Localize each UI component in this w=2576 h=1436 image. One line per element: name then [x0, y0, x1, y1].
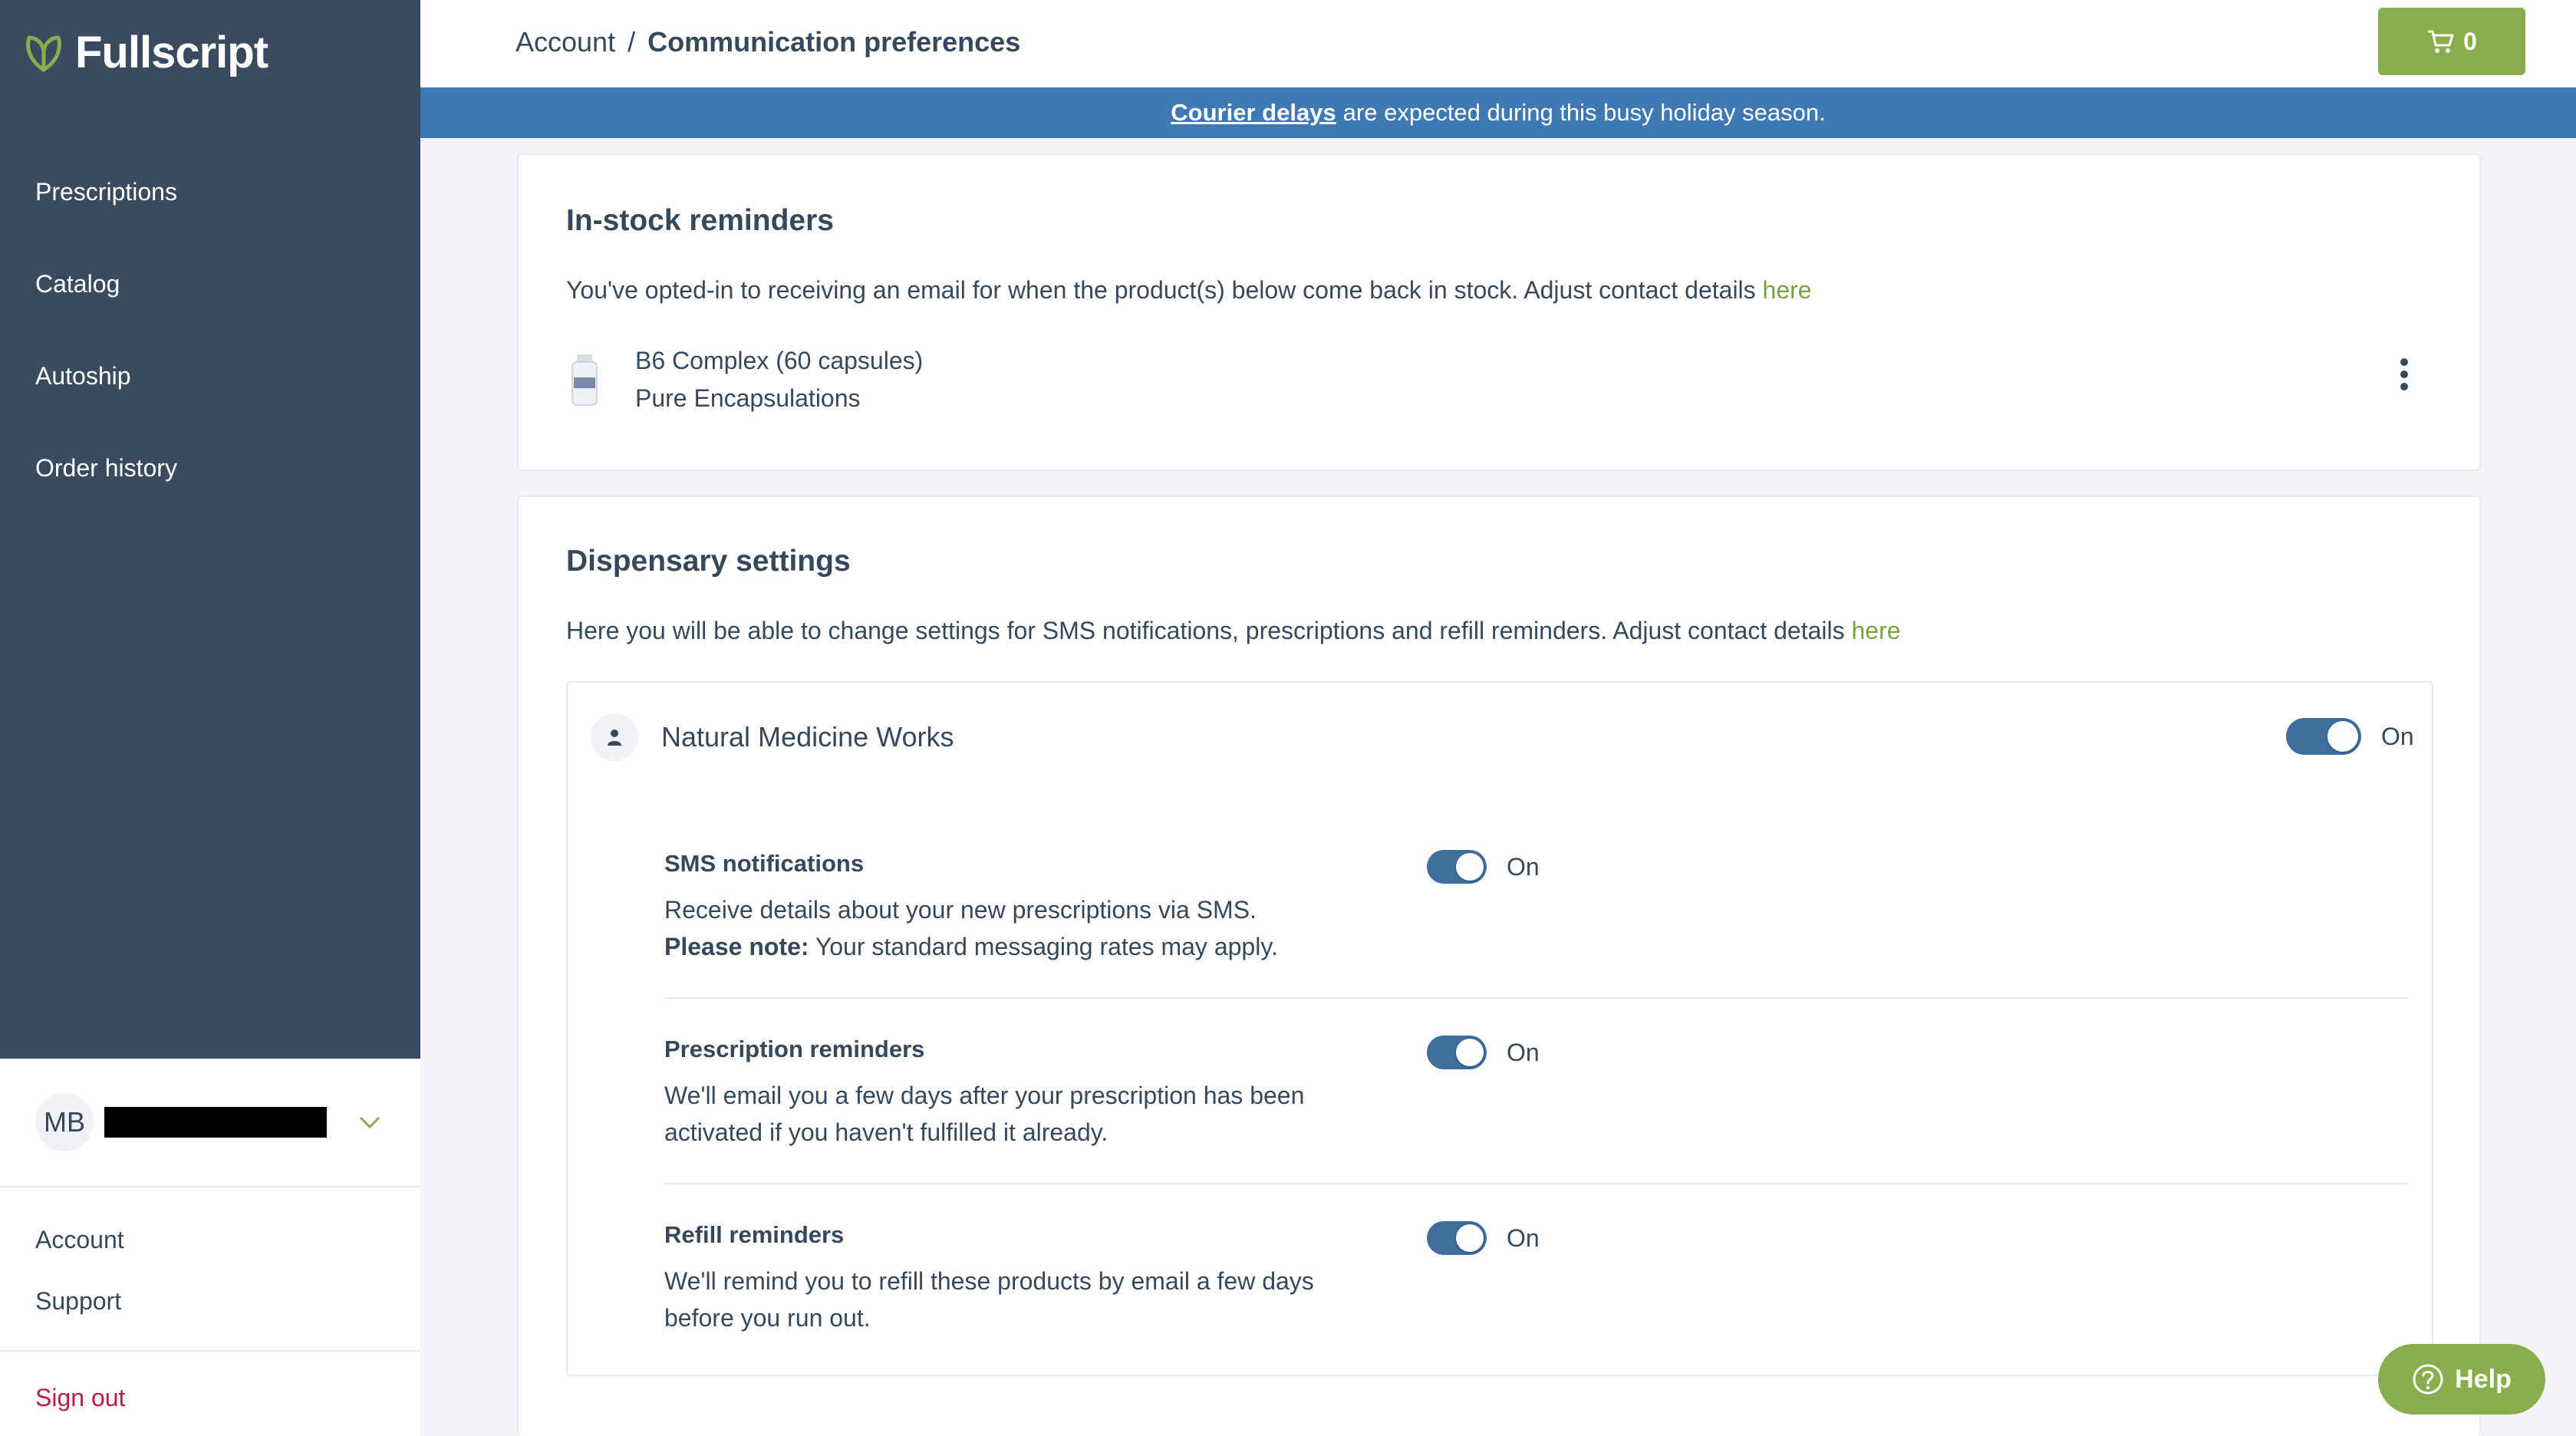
help-button[interactable]: Help [2378, 1344, 2545, 1415]
chevron-down-icon[interactable] [354, 1107, 385, 1138]
user-menu-links: Account Support [0, 1187, 420, 1352]
practice-toggle[interactable]: On [2286, 718, 2414, 755]
cart-button[interactable]: 0 [2378, 8, 2525, 75]
help-question-icon [2413, 1364, 2443, 1395]
prescription-switch[interactable] [1427, 1036, 1487, 1069]
person-icon [608, 730, 621, 746]
avatar: MB [35, 1093, 94, 1151]
instock-contact-here-link[interactable]: here [1763, 276, 1812, 304]
sidebar: Fullscript Prescriptions Catalog Autoshi… [0, 0, 420, 1436]
sidebar-item-prescriptions[interactable]: Prescriptions [0, 146, 420, 238]
product-name[interactable]: B6 Complex (60 capsules) [635, 347, 923, 375]
product-item: B6 Complex (60 capsules) Pure Encapsulat… [566, 347, 923, 413]
account-link[interactable]: Account [35, 1209, 420, 1270]
sms-switch[interactable] [1427, 850, 1487, 884]
refill-toggle-status: On [1507, 1224, 1540, 1252]
setting-title: Refill reminders [664, 1221, 845, 1248]
prescription-toggle-status: On [1507, 1038, 1540, 1066]
setting-prescription-reminders: Prescription reminders We'll email you a… [664, 1036, 2407, 1184]
instock-description: You've opted-in to receiving an email fo… [566, 276, 1812, 305]
leaf-logo-icon [26, 35, 61, 72]
setting-description: We'll remind you to refill these product… [664, 1267, 1314, 1332]
dispensary-title: Dispensary settings [566, 545, 851, 578]
setting-title: SMS notifications [664, 850, 865, 877]
dispensary-contact-here-link[interactable]: here [1852, 617, 1901, 644]
practice-header: Natural Medicine Works [591, 713, 954, 761]
sms-toggle-status: On [1507, 852, 1540, 881]
breadcrumb-separator: / [628, 26, 636, 58]
product-brand: Pure Encapsulations [635, 384, 861, 412]
refill-toggle[interactable]: On [1427, 1221, 1540, 1255]
setting-sms-notifications: SMS notifications Receive details about … [664, 850, 2407, 999]
sms-toggle[interactable]: On [1427, 850, 1540, 884]
breadcrumb-account-link[interactable]: Account [516, 26, 615, 58]
sidebar-item-catalog[interactable]: Catalog [0, 238, 420, 330]
logo-text: Fullscript [75, 27, 268, 77]
sidebar-nav: Prescriptions Catalog Autoship Order his… [0, 146, 420, 514]
instock-desc-text: You've opted-in to receiving an email fo… [566, 276, 1756, 304]
cart-icon [2428, 30, 2454, 53]
practice-settings-panel: Natural Medicine Works On SMS notificati… [566, 681, 2433, 1376]
sidebar-item-autoship[interactable]: Autoship [0, 330, 420, 422]
sms-note-label: Please note: [664, 933, 809, 960]
dispensary-description: Here you will be able to change settings… [566, 617, 1901, 645]
user-panel: MB Account Support Sign out [0, 1059, 420, 1436]
support-link[interactable]: Support [35, 1270, 420, 1332]
practice-name: Natural Medicine Works [661, 721, 954, 753]
product-info: B6 Complex (60 capsules) Pure Encapsulat… [635, 347, 923, 413]
prescription-toggle[interactable]: On [1427, 1036, 1540, 1069]
sms-note: Your standard messaging rates may apply. [815, 933, 1278, 960]
setting-refill-reminders: Refill reminders We'll remind you to ref… [664, 1221, 2407, 1344]
dispensary-desc-text: Here you will be able to change settings… [566, 617, 1845, 644]
sms-desc: Receive details about your new prescript… [664, 896, 1257, 924]
refill-switch[interactable] [1427, 1221, 1487, 1255]
logo[interactable]: Fullscript [21, 23, 268, 81]
courier-delays-link[interactable]: Courier delays [1171, 99, 1336, 127]
practice-switch[interactable] [2286, 718, 2361, 755]
header: Account / Communication preferences 0 [420, 0, 2576, 87]
sign-out-link[interactable]: Sign out [0, 1352, 420, 1436]
page-title: Communication preferences [647, 26, 1021, 58]
holiday-banner: Courier delays are expected during this … [420, 87, 2576, 138]
person-icon-wrap [591, 713, 638, 761]
breadcrumb: Account / Communication preferences [516, 26, 1020, 58]
sidebar-item-order-history[interactable]: Order history [0, 422, 420, 514]
setting-title: Prescription reminders [664, 1036, 925, 1062]
product-bottle-icon [572, 354, 598, 406]
instock-title: In-stock reminders [566, 204, 834, 237]
banner-text: are expected during this busy holiday se… [1342, 99, 1826, 126]
setting-description: We'll email you a few days after your pr… [664, 1082, 1305, 1146]
practice-toggle-status: On [2381, 722, 2414, 750]
setting-description: Receive details about your new prescript… [664, 891, 1324, 965]
redacted-user-name [104, 1107, 327, 1138]
help-label: Help [2455, 1364, 2512, 1394]
instock-reminders-card: In-stock reminders You've opted-in to re… [517, 153, 2481, 471]
more-options-icon[interactable] [2398, 356, 2410, 393]
dispensary-settings-card: Dispensary settings Here you will be abl… [517, 496, 2481, 1436]
user-menu-toggle[interactable]: MB [0, 1059, 420, 1187]
cart-count: 0 [2463, 27, 2477, 55]
